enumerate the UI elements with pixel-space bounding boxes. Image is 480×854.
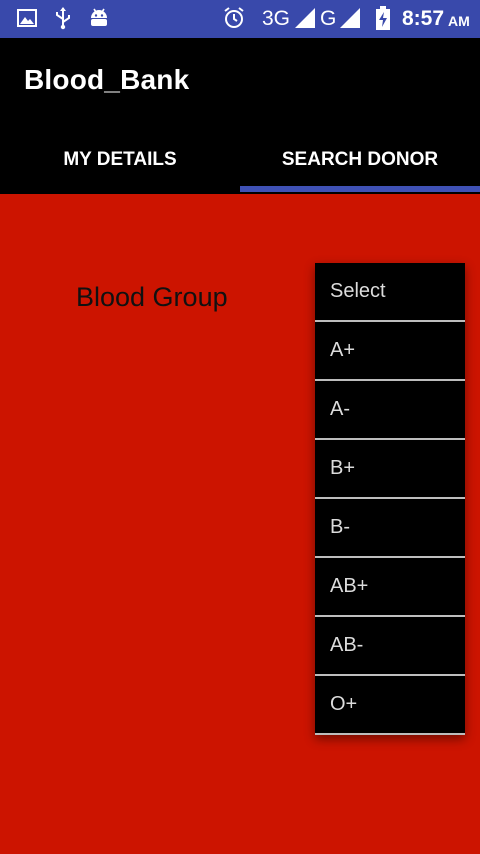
alarm-icon [222, 7, 246, 29]
dropdown-option-select[interactable]: Select [315, 263, 465, 322]
tab-indicator [240, 186, 480, 192]
dropdown-option-o-positive[interactable]: O+ [315, 676, 465, 735]
network-type-1: 3G [262, 7, 291, 30]
android-debug-icon [88, 7, 110, 29]
dropdown-option-b-positive[interactable]: B+ [315, 440, 465, 499]
usb-icon [52, 7, 74, 30]
dropdown-option-b-negative[interactable]: B- [315, 499, 465, 558]
dropdown-option-a-negative[interactable]: A- [315, 381, 465, 440]
clock-time: 8:57 [402, 7, 445, 30]
blood-group-label: Blood Group [76, 282, 228, 312]
app-title: Blood_Bank [24, 64, 190, 95]
dropdown-option-ab-positive[interactable]: AB+ [315, 558, 465, 617]
signal-icon [295, 7, 315, 29]
dropdown-option-ab-negative[interactable]: AB- [315, 617, 465, 676]
gallery-icon [16, 7, 38, 29]
network-type-2: G [320, 7, 337, 30]
signal-icon-2 [340, 7, 360, 29]
tab-search-donor[interactable]: SEARCH DONOR [240, 134, 480, 186]
tab-my-details[interactable]: MY DETAILS [0, 134, 240, 186]
app-bar: Blood_Bank MY DETAILS SEARCH DONOR [0, 38, 480, 194]
blood-group-dropdown[interactable]: Select A+ A- B+ B- AB+ AB- O+ [315, 263, 465, 735]
clock-ampm: AM [448, 13, 470, 29]
status-bar: 3G G 8:57 AM [0, 0, 480, 38]
dropdown-option-a-positive[interactable]: A+ [315, 322, 465, 381]
battery-charging-icon [376, 6, 390, 30]
